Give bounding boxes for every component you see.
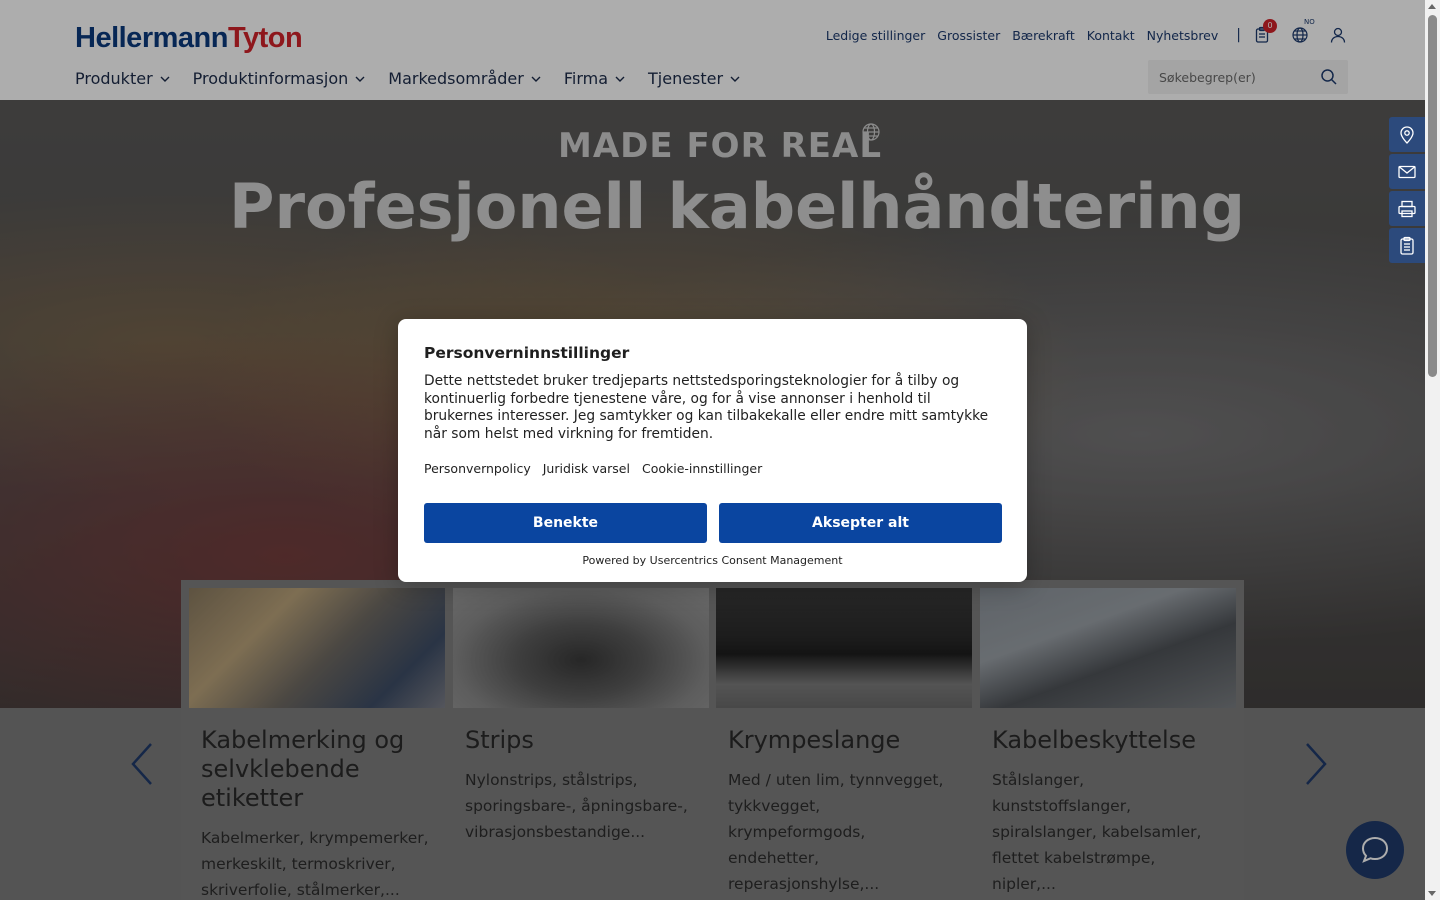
hero-kicker: MADE FOR REAL [558, 126, 882, 166]
globe-icon[interactable]: NO [1291, 18, 1315, 44]
top-link-contact[interactable]: Kontakt [1087, 28, 1135, 43]
powered-by-text: Powered by Usercentrics Consent Manageme… [582, 554, 843, 567]
main-nav: Produkter Produktinformasjon Markedsområ… [75, 69, 763, 88]
consent-buttons: Benekte Aksepter alt [424, 503, 1002, 543]
chevron-down-icon [160, 76, 170, 82]
brand-logo[interactable]: HellermannTyton [75, 22, 303, 55]
search-input[interactable] [1148, 60, 1308, 94]
chevron-down-icon [531, 76, 541, 82]
category-title: Kabelmerking og selvklebende etiketter [201, 726, 405, 812]
cart-count-badge: 0 [1263, 19, 1277, 33]
cookie-settings-link[interactable]: Cookie-innstillinger [642, 461, 762, 476]
nav-item-product-info[interactable]: Produktinformasjon [193, 69, 367, 88]
nav-item-services[interactable]: Tjenester [648, 69, 741, 88]
nav-item-products[interactable]: Produkter [75, 69, 171, 88]
top-link-newsletter[interactable]: Nyhetsbrev [1147, 28, 1219, 43]
nav-label: Firma [563, 69, 608, 88]
side-tool-mail[interactable] [1389, 154, 1425, 189]
category-description: Nylonstrips, stålstrips, sporingsbare-, … [465, 771, 688, 841]
consent-title: Personverninnstillinger [424, 344, 630, 362]
nav-item-markets[interactable]: Markedsområder [388, 69, 542, 88]
scroll-thumb[interactable] [1428, 15, 1437, 377]
category-description: Med / uten lim, tynnvegget, tykkvegget, … [728, 771, 944, 893]
accept-all-button[interactable]: Aksepter alt [719, 503, 1002, 543]
clipboard-icon [1400, 236, 1414, 255]
language-label: NO [1304, 18, 1315, 26]
chevron-down-icon [615, 76, 625, 82]
deny-button[interactable]: Benekte [424, 503, 707, 543]
nav-label: Markedsområder [388, 69, 524, 88]
page-scrollbar[interactable] [1425, 0, 1440, 900]
carousel-prev-button[interactable] [127, 740, 157, 788]
chevron-right-icon [1306, 743, 1327, 785]
chevron-down-icon [730, 76, 740, 82]
legal-notice-link[interactable]: Juridisk varsel [543, 461, 630, 476]
category-title: Strips [465, 726, 534, 754]
consent-dialog: Personverninnstillinger Dette nettstedet… [398, 319, 1027, 582]
category-image-strips [453, 588, 709, 708]
category-card[interactable]: Kabelmerking og selvklebende etiketter K… [189, 588, 445, 900]
side-tool-location[interactable] [1389, 117, 1425, 152]
scroll-down-arrow[interactable] [1428, 891, 1436, 896]
category-carousel: Kabelmerking og selvklebende etiketter K… [181, 580, 1244, 900]
top-link-wholesalers[interactable]: Grossister [937, 28, 1000, 43]
category-card[interactable]: Kabelbeskyttelse Stålslanger, kunststoff… [980, 588, 1236, 897]
top-link-jobs[interactable]: Ledige stillinger [826, 28, 925, 43]
site-header: HellermannTyton Ledige stillinger Grossi… [0, 0, 1425, 100]
hero-title: Profesjonell kabelhåndtering [229, 170, 1245, 243]
top-nav: Ledige stillinger Grossister Bærekraft K… [826, 18, 1347, 44]
category-card[interactable]: Strips Nylonstrips, stålstrips, sporings… [453, 588, 709, 845]
carousel-next-button[interactable] [1301, 740, 1331, 788]
globe-icon [862, 123, 880, 141]
category-title: Krympeslange [728, 726, 901, 754]
logo-text-part2: Tyton [227, 22, 303, 54]
scroll-up-arrow[interactable] [1428, 4, 1436, 9]
consent-links: Personvernpolicy Juridisk varsel Cookie-… [424, 461, 1001, 476]
logo-text-part1: Hellermann [75, 22, 228, 54]
category-title: Kabelbeskyttelse [992, 726, 1196, 754]
category-image-heat-shrink [716, 588, 972, 708]
privacy-policy-link[interactable]: Personvernpolicy [424, 461, 531, 476]
consent-body: Dette nettstedet bruker tredjeparts nett… [424, 373, 989, 442]
mail-icon [1398, 165, 1416, 178]
category-image-cable-marking [189, 588, 445, 708]
chat-button[interactable] [1346, 821, 1404, 879]
side-tool-print[interactable] [1389, 191, 1425, 226]
category-image-cable-protection [980, 588, 1236, 708]
nav-item-company[interactable]: Firma [564, 69, 626, 88]
printer-icon [1398, 200, 1416, 217]
chat-bubble-icon [1361, 836, 1389, 863]
side-toolbar [1389, 117, 1425, 265]
side-tool-list[interactable] [1389, 228, 1425, 263]
category-card[interactable]: Krympeslange Med / uten lim, tynnvegget,… [716, 588, 972, 897]
nav-label: Tjenester [648, 69, 724, 88]
chevron-down-icon [355, 76, 365, 82]
top-nav-separator: | [1236, 27, 1241, 43]
user-icon[interactable] [1329, 26, 1347, 44]
category-description: Stålslanger, kunststoffslanger, spiralsl… [992, 771, 1202, 893]
top-link-sustainability[interactable]: Bærekraft [1012, 28, 1075, 43]
category-description: Kabelmerker, krympemerker, merkeskilt, t… [201, 829, 429, 899]
location-pin-icon [1400, 125, 1414, 144]
chevron-left-icon [131, 743, 152, 785]
clipboard-icon[interactable]: 0 [1253, 19, 1277, 44]
nav-label: Produkter [75, 69, 153, 88]
search-box [1148, 60, 1348, 94]
search-icon[interactable] [1320, 68, 1338, 86]
nav-label: Produktinformasjon [192, 69, 349, 88]
